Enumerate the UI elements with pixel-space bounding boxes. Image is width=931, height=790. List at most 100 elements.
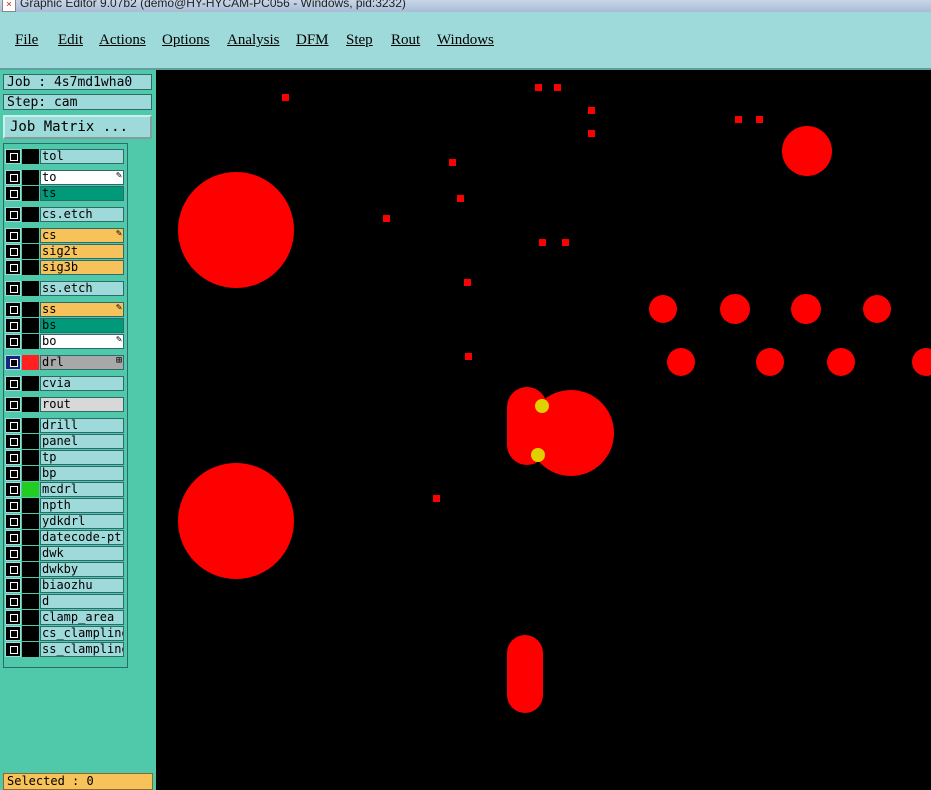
layer-checkbox[interactable] — [5, 626, 21, 641]
layer-color-marker[interactable] — [22, 546, 39, 561]
layer-name[interactable]: d — [40, 594, 124, 609]
layer-color-marker[interactable] — [22, 260, 39, 275]
layer-checkbox[interactable] — [5, 376, 21, 391]
layer-row-bs[interactable]: bs — [5, 318, 124, 333]
graphic-canvas[interactable] — [156, 70, 931, 790]
layer-checkbox[interactable] — [5, 244, 21, 259]
layer-name[interactable]: clamp_area — [40, 610, 124, 625]
menu-rout[interactable]: Rout — [391, 32, 420, 49]
layer-name[interactable]: cs_clampline — [40, 626, 124, 641]
layer-row-sig3b[interactable]: sig3b — [5, 260, 124, 275]
layer-color-marker[interactable] — [22, 170, 39, 185]
menu-options[interactable]: Options — [162, 32, 210, 49]
layer-row-tp[interactable]: tp — [5, 450, 124, 465]
layer-name[interactable]: bs — [40, 318, 124, 333]
layer-row-tol[interactable]: tol — [5, 149, 124, 164]
layer-checkbox[interactable] — [5, 530, 21, 545]
layer-color-marker[interactable] — [22, 244, 39, 259]
layer-checkbox[interactable] — [5, 498, 21, 513]
menu-file[interactable]: File — [15, 32, 38, 49]
layer-color-marker[interactable] — [22, 186, 39, 201]
layer-name[interactable]: rout — [40, 397, 124, 412]
layer-checkbox[interactable] — [5, 334, 21, 349]
layer-row-cvia[interactable]: cvia — [5, 376, 124, 391]
menu-dfm[interactable]: DFM — [296, 32, 329, 49]
layer-name[interactable]: sig2t — [40, 244, 124, 259]
layer-name[interactable]: datecode-pt — [40, 530, 124, 545]
job-matrix-button[interactable]: Job Matrix ... — [3, 115, 152, 139]
layer-name[interactable]: cs.etch — [40, 207, 124, 222]
layer-name[interactable]: dwkby — [40, 562, 124, 577]
menu-step[interactable]: Step — [346, 32, 373, 49]
layer-name[interactable]: ydkdrl — [40, 514, 124, 529]
layer-color-marker[interactable] — [22, 376, 39, 391]
layer-row-ss-etch[interactable]: ss.etch — [5, 281, 124, 296]
layer-checkbox[interactable] — [5, 260, 21, 275]
layer-checkbox[interactable] — [5, 281, 21, 296]
layer-checkbox[interactable] — [5, 318, 21, 333]
layer-row-datecode-pt[interactable]: datecode-pt — [5, 530, 124, 545]
layer-row-cs-clampline[interactable]: cs_clampline — [5, 626, 124, 641]
menu-analysis[interactable]: Analysis — [227, 32, 280, 49]
layer-row-ydkdrl[interactable]: ydkdrl — [5, 514, 124, 529]
layer-row-ts[interactable]: ts — [5, 186, 124, 201]
layer-color-marker[interactable] — [22, 482, 39, 497]
layer-color-marker[interactable] — [22, 434, 39, 449]
layer-row-to[interactable]: to ✎ — [5, 170, 124, 185]
layer-color-marker[interactable] — [22, 302, 39, 317]
layer-color-marker[interactable] — [22, 228, 39, 243]
layer-name[interactable]: ss.etch — [40, 281, 124, 296]
layer-name[interactable]: bo — [40, 334, 124, 349]
layer-color-marker[interactable] — [22, 642, 39, 657]
layer-checkbox[interactable] — [5, 418, 21, 433]
layer-name[interactable]: panel — [40, 434, 124, 449]
layer-color-marker[interactable] — [22, 610, 39, 625]
layer-checkbox[interactable] — [5, 207, 21, 222]
layer-name[interactable]: dwk — [40, 546, 124, 561]
layer-checkbox[interactable] — [5, 466, 21, 481]
layer-row-clamp-area[interactable]: clamp_area — [5, 610, 124, 625]
layer-color-marker[interactable] — [22, 334, 39, 349]
layer-checkbox[interactable] — [5, 450, 21, 465]
layer-checkbox[interactable] — [5, 170, 21, 185]
layer-color-marker[interactable] — [22, 626, 39, 641]
layer-row-bo[interactable]: bo ✎ — [5, 334, 124, 349]
layer-name[interactable]: ts — [40, 186, 124, 201]
layer-row-ss-clampline[interactable]: ss_clampline — [5, 642, 124, 657]
layer-row-cs-etch[interactable]: cs.etch — [5, 207, 124, 222]
layer-checkbox[interactable] — [5, 514, 21, 529]
layer-color-marker[interactable] — [22, 207, 39, 222]
layer-color-marker[interactable] — [22, 514, 39, 529]
layer-name[interactable]: npth — [40, 498, 124, 513]
layer-row-rout[interactable]: rout — [5, 397, 124, 412]
layer-color-marker[interactable] — [22, 355, 39, 370]
layer-row-drl[interactable]: drl ⊞ — [5, 355, 124, 370]
layer-row-sig2t[interactable]: sig2t — [5, 244, 124, 259]
layer-checkbox[interactable] — [5, 397, 21, 412]
layer-name[interactable]: tol — [40, 149, 124, 164]
layer-checkbox[interactable] — [5, 482, 21, 497]
layer-name[interactable]: cs — [40, 228, 124, 243]
layer-color-marker[interactable] — [22, 318, 39, 333]
layer-color-marker[interactable] — [22, 281, 39, 296]
layer-row-d[interactable]: d — [5, 594, 124, 609]
layer-name[interactable]: ss_clampline — [40, 642, 124, 657]
layer-color-marker[interactable] — [22, 418, 39, 433]
layer-color-marker[interactable] — [22, 498, 39, 513]
layer-row-dwkby[interactable]: dwkby — [5, 562, 124, 577]
layer-color-marker[interactable] — [22, 466, 39, 481]
layer-name[interactable]: biaozhu — [40, 578, 124, 593]
layer-name[interactable]: to — [40, 170, 124, 185]
layer-row-panel[interactable]: panel — [5, 434, 124, 449]
layer-color-marker[interactable] — [22, 562, 39, 577]
layer-checkbox[interactable] — [5, 355, 21, 370]
layer-checkbox[interactable] — [5, 578, 21, 593]
layer-row-bp[interactable]: bp — [5, 466, 124, 481]
layer-checkbox[interactable] — [5, 594, 21, 609]
layer-name[interactable]: mcdrl — [40, 482, 124, 497]
layer-checkbox[interactable] — [5, 302, 21, 317]
layer-checkbox[interactable] — [5, 228, 21, 243]
layer-name[interactable]: drill — [40, 418, 124, 433]
layer-checkbox[interactable] — [5, 149, 21, 164]
layer-name[interactable]: ss — [40, 302, 124, 317]
